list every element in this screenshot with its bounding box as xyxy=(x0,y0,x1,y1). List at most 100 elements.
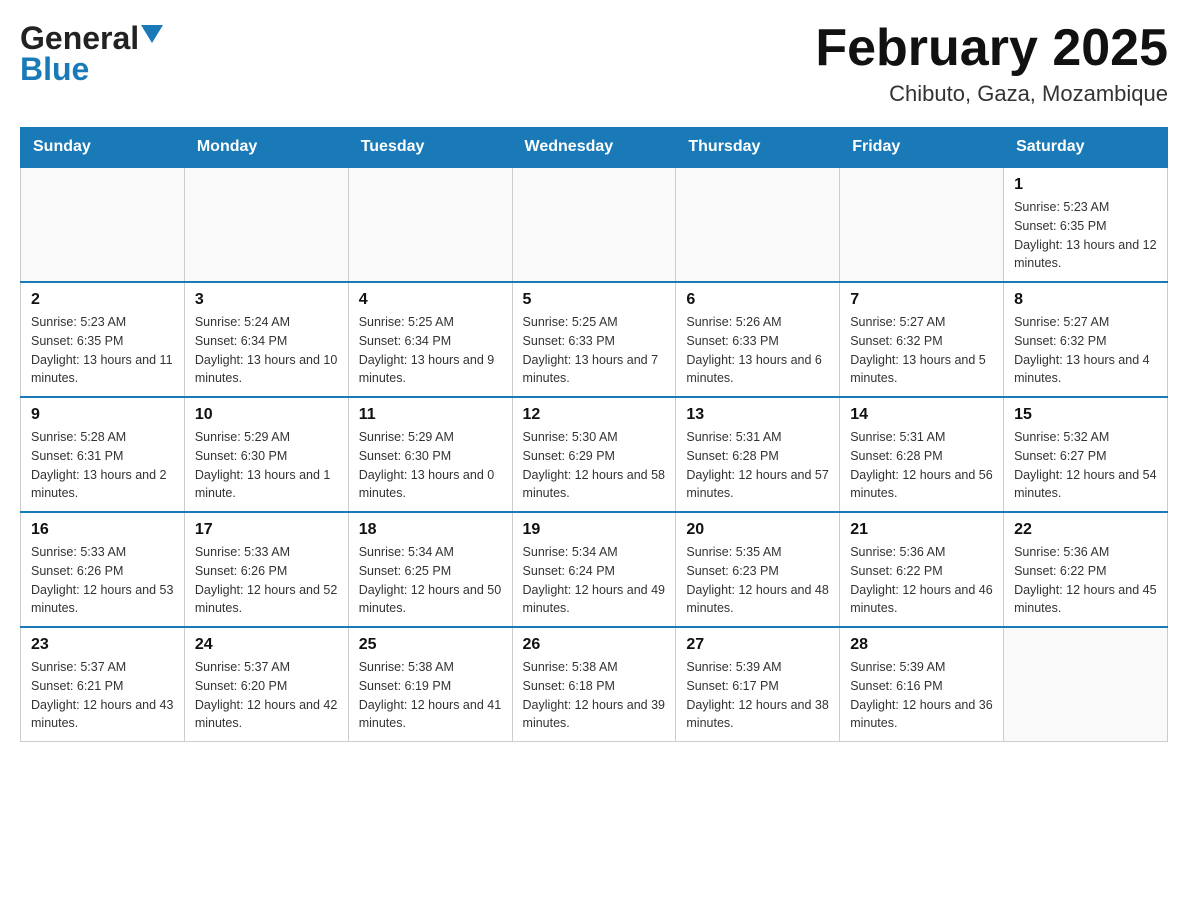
weekday-header-thursday: Thursday xyxy=(676,128,840,168)
day-number: 17 xyxy=(195,521,338,539)
day-number: 20 xyxy=(686,521,829,539)
day-info: Sunrise: 5:32 AM Sunset: 6:27 PM Dayligh… xyxy=(1014,428,1157,503)
logo-arrow-icon xyxy=(141,25,163,47)
calendar-cell xyxy=(184,167,348,282)
day-info: Sunrise: 5:36 AM Sunset: 6:22 PM Dayligh… xyxy=(1014,543,1157,618)
day-info: Sunrise: 5:26 AM Sunset: 6:33 PM Dayligh… xyxy=(686,313,829,388)
calendar-cell: 13 Sunrise: 5:31 AM Sunset: 6:28 PM Dayli… xyxy=(676,397,840,512)
day-info: Sunrise: 5:39 AM Sunset: 6:17 PM Dayligh… xyxy=(686,658,829,733)
calendar-cell xyxy=(840,167,1004,282)
day-info: Sunrise: 5:37 AM Sunset: 6:21 PM Dayligh… xyxy=(31,658,174,733)
page-header: General Blue February 2025 Chibuto, Gaza… xyxy=(20,20,1168,107)
day-number: 6 xyxy=(686,291,829,309)
week-row-5: 23 Sunrise: 5:37 AM Sunset: 6:21 PM Dayli… xyxy=(21,627,1168,742)
day-info: Sunrise: 5:36 AM Sunset: 6:22 PM Dayligh… xyxy=(850,543,993,618)
day-info: Sunrise: 5:34 AM Sunset: 6:25 PM Dayligh… xyxy=(359,543,502,618)
day-info: Sunrise: 5:29 AM Sunset: 6:30 PM Dayligh… xyxy=(195,428,338,503)
day-info: Sunrise: 5:25 AM Sunset: 6:33 PM Dayligh… xyxy=(523,313,666,388)
calendar-cell: 4 Sunrise: 5:25 AM Sunset: 6:34 PM Daylig… xyxy=(348,282,512,397)
week-row-4: 16 Sunrise: 5:33 AM Sunset: 6:26 PM Dayli… xyxy=(21,512,1168,627)
day-number: 19 xyxy=(523,521,666,539)
day-info: Sunrise: 5:23 AM Sunset: 6:35 PM Dayligh… xyxy=(31,313,174,388)
weekday-header-sunday: Sunday xyxy=(21,128,185,168)
day-number: 4 xyxy=(359,291,502,309)
calendar-cell xyxy=(348,167,512,282)
day-number: 5 xyxy=(523,291,666,309)
calendar-cell: 25 Sunrise: 5:38 AM Sunset: 6:19 PM Dayli… xyxy=(348,627,512,742)
calendar-cell: 8 Sunrise: 5:27 AM Sunset: 6:32 PM Daylig… xyxy=(1004,282,1168,397)
calendar-cell: 16 Sunrise: 5:33 AM Sunset: 6:26 PM Dayli… xyxy=(21,512,185,627)
weekday-header-friday: Friday xyxy=(840,128,1004,168)
day-number: 1 xyxy=(1014,176,1157,194)
day-number: 16 xyxy=(31,521,174,539)
week-row-2: 2 Sunrise: 5:23 AM Sunset: 6:35 PM Daylig… xyxy=(21,282,1168,397)
day-info: Sunrise: 5:39 AM Sunset: 6:16 PM Dayligh… xyxy=(850,658,993,733)
calendar-cell: 21 Sunrise: 5:36 AM Sunset: 6:22 PM Dayli… xyxy=(840,512,1004,627)
day-number: 27 xyxy=(686,636,829,654)
calendar-cell: 19 Sunrise: 5:34 AM Sunset: 6:24 PM Dayli… xyxy=(512,512,676,627)
day-info: Sunrise: 5:34 AM Sunset: 6:24 PM Dayligh… xyxy=(523,543,666,618)
day-number: 23 xyxy=(31,636,174,654)
calendar-cell: 10 Sunrise: 5:29 AM Sunset: 6:30 PM Dayli… xyxy=(184,397,348,512)
day-info: Sunrise: 5:31 AM Sunset: 6:28 PM Dayligh… xyxy=(850,428,993,503)
day-number: 13 xyxy=(686,406,829,424)
calendar-cell: 22 Sunrise: 5:36 AM Sunset: 6:22 PM Dayli… xyxy=(1004,512,1168,627)
day-info: Sunrise: 5:27 AM Sunset: 6:32 PM Dayligh… xyxy=(1014,313,1157,388)
calendar-cell xyxy=(676,167,840,282)
day-number: 24 xyxy=(195,636,338,654)
day-number: 25 xyxy=(359,636,502,654)
calendar-cell: 24 Sunrise: 5:37 AM Sunset: 6:20 PM Dayli… xyxy=(184,627,348,742)
day-number: 8 xyxy=(1014,291,1157,309)
day-info: Sunrise: 5:33 AM Sunset: 6:26 PM Dayligh… xyxy=(31,543,174,618)
weekday-header-saturday: Saturday xyxy=(1004,128,1168,168)
day-info: Sunrise: 5:37 AM Sunset: 6:20 PM Dayligh… xyxy=(195,658,338,733)
day-info: Sunrise: 5:27 AM Sunset: 6:32 PM Dayligh… xyxy=(850,313,993,388)
day-number: 12 xyxy=(523,406,666,424)
calendar-cell: 17 Sunrise: 5:33 AM Sunset: 6:26 PM Dayli… xyxy=(184,512,348,627)
day-number: 22 xyxy=(1014,521,1157,539)
day-number: 11 xyxy=(359,406,502,424)
week-row-1: 1Sunrise: 5:23 AM Sunset: 6:35 PM Daylig… xyxy=(21,167,1168,282)
day-info: Sunrise: 5:35 AM Sunset: 6:23 PM Dayligh… xyxy=(686,543,829,618)
day-info: Sunrise: 5:31 AM Sunset: 6:28 PM Dayligh… xyxy=(686,428,829,503)
day-number: 18 xyxy=(359,521,502,539)
calendar-cell: 2 Sunrise: 5:23 AM Sunset: 6:35 PM Daylig… xyxy=(21,282,185,397)
day-info: Sunrise: 5:25 AM Sunset: 6:34 PM Dayligh… xyxy=(359,313,502,388)
calendar-cell: 23 Sunrise: 5:37 AM Sunset: 6:21 PM Dayli… xyxy=(21,627,185,742)
day-number: 26 xyxy=(523,636,666,654)
day-info: Sunrise: 5:33 AM Sunset: 6:26 PM Dayligh… xyxy=(195,543,338,618)
day-info: Sunrise: 5:38 AM Sunset: 6:18 PM Dayligh… xyxy=(523,658,666,733)
day-number: 14 xyxy=(850,406,993,424)
calendar-cell: 14 Sunrise: 5:31 AM Sunset: 6:28 PM Dayli… xyxy=(840,397,1004,512)
calendar-cell: 9Sunrise: 5:28 AM Sunset: 6:31 PM Daylig… xyxy=(21,397,185,512)
day-number: 15 xyxy=(1014,406,1157,424)
calendar-cell: 6 Sunrise: 5:26 AM Sunset: 6:33 PM Daylig… xyxy=(676,282,840,397)
calendar-cell: 26 Sunrise: 5:38 AM Sunset: 6:18 PM Dayli… xyxy=(512,627,676,742)
day-info: Sunrise: 5:38 AM Sunset: 6:19 PM Dayligh… xyxy=(359,658,502,733)
calendar-cell: 5 Sunrise: 5:25 AM Sunset: 6:33 PM Daylig… xyxy=(512,282,676,397)
day-number: 9 xyxy=(31,406,174,424)
calendar-cell: 18 Sunrise: 5:34 AM Sunset: 6:25 PM Dayli… xyxy=(348,512,512,627)
day-number: 7 xyxy=(850,291,993,309)
day-info: Sunrise: 5:24 AM Sunset: 6:34 PM Dayligh… xyxy=(195,313,338,388)
weekday-header-tuesday: Tuesday xyxy=(348,128,512,168)
location-text: Chibuto, Gaza, Mozambique xyxy=(815,81,1168,107)
day-number: 10 xyxy=(195,406,338,424)
calendar-cell: 12 Sunrise: 5:30 AM Sunset: 6:29 PM Dayli… xyxy=(512,397,676,512)
day-number: 2 xyxy=(31,291,174,309)
calendar-cell: 27 Sunrise: 5:39 AM Sunset: 6:17 PM Dayli… xyxy=(676,627,840,742)
logo: General Blue xyxy=(20,20,163,88)
day-info: Sunrise: 5:29 AM Sunset: 6:30 PM Dayligh… xyxy=(359,428,502,503)
weekday-header-monday: Monday xyxy=(184,128,348,168)
calendar-cell: 20 Sunrise: 5:35 AM Sunset: 6:23 PM Dayli… xyxy=(676,512,840,627)
week-row-3: 9Sunrise: 5:28 AM Sunset: 6:31 PM Daylig… xyxy=(21,397,1168,512)
calendar-table: SundayMondayTuesdayWednesdayThursdayFrid… xyxy=(20,127,1168,742)
logo-blue-text: Blue xyxy=(20,51,89,87)
calendar-cell xyxy=(512,167,676,282)
calendar-cell: 1Sunrise: 5:23 AM Sunset: 6:35 PM Daylig… xyxy=(1004,167,1168,282)
calendar-cell: 15 Sunrise: 5:32 AM Sunset: 6:27 PM Dayli… xyxy=(1004,397,1168,512)
day-number: 28 xyxy=(850,636,993,654)
day-number: 21 xyxy=(850,521,993,539)
calendar-cell: 3Sunrise: 5:24 AM Sunset: 6:34 PM Daylig… xyxy=(184,282,348,397)
day-info: Sunrise: 5:30 AM Sunset: 6:29 PM Dayligh… xyxy=(523,428,666,503)
